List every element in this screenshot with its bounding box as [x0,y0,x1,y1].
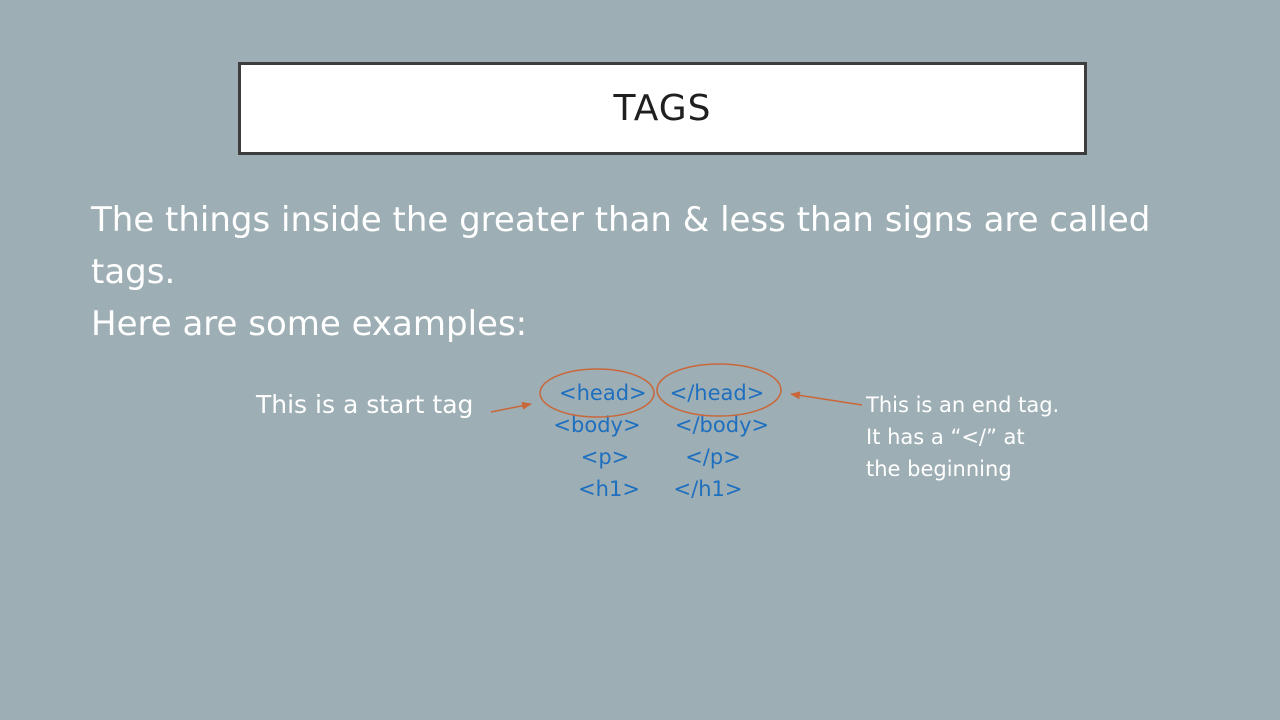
title-box: TAGS [238,62,1087,155]
start-tag-p: <p> [580,445,630,469]
body-line-1: The things inside the greater than & les… [91,200,1151,240]
end-tag-note-line-2: It has a “</” at [866,425,1025,449]
end-tag-note-line-3: the beginning [866,457,1012,481]
body-line-2: tags. [91,252,176,292]
end-tag-body: </body> [674,413,770,437]
start-tag-note: This is a start tag [256,390,474,419]
slide: TAGS The things inside the greater than … [0,0,1280,720]
start-tag-arrow [490,401,532,413]
start-tag-body: <body> [553,413,641,437]
body-line-3: Here are some examples: [91,304,528,344]
slide-title: TAGS [613,88,712,129]
end-tag-head: </head> [669,381,765,405]
end-tag-arrow [790,391,863,406]
end-tag-h1: </h1> [673,477,743,501]
end-tag-note: This is an end tag. It has a “</” at the… [866,389,1059,485]
start-tag-head: <head> [559,381,647,405]
end-tag-note-line-1: This is an end tag. [866,393,1060,417]
body-text: The things inside the greater than & les… [91,194,1201,350]
end-tag-p: </p> [685,445,741,469]
start-tag-h1: <h1> [578,477,640,501]
